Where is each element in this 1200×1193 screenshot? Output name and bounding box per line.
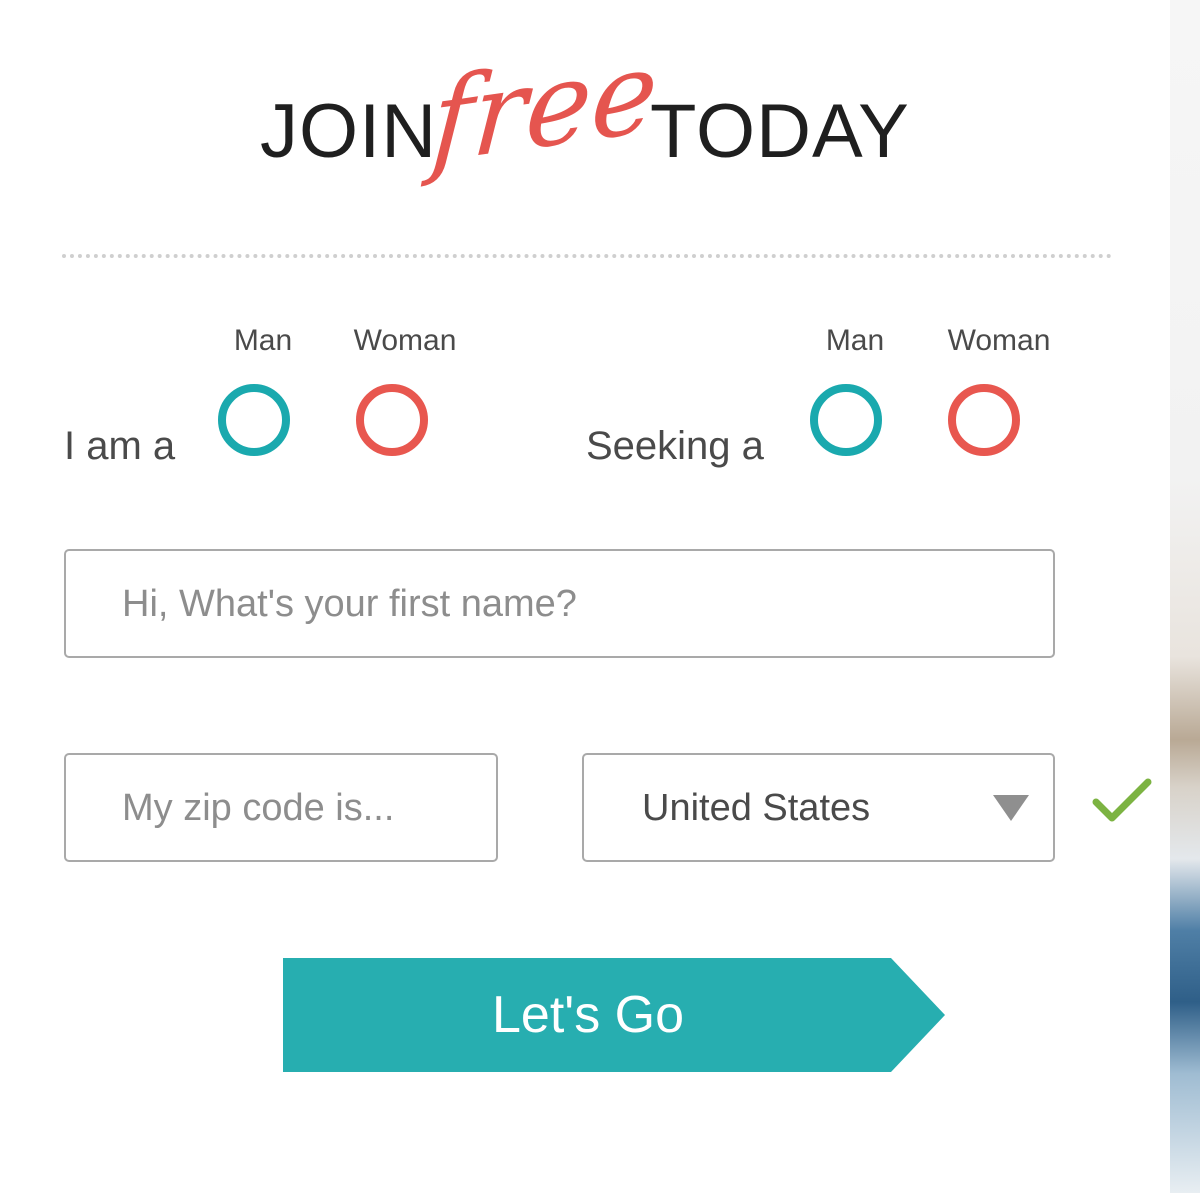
i-am-woman-radio[interactable]: [356, 384, 428, 456]
first-name-placeholder: Hi, What's your first name?: [122, 582, 577, 625]
zip-code-placeholder: My zip code is...: [122, 786, 395, 829]
lets-go-label: Let's Go: [491, 986, 685, 1044]
first-name-input[interactable]: Hi, What's your first name?: [64, 549, 1055, 658]
dotted-divider: [62, 254, 1112, 258]
seeking-man-radio[interactable]: [810, 384, 882, 456]
seeking-woman-radio[interactable]: [948, 384, 1020, 456]
i-am-label: I am a: [64, 424, 176, 468]
i-am-man-radio[interactable]: [218, 384, 290, 456]
i-am-woman-label: Woman: [353, 324, 457, 357]
signup-page: JOIN free TODAY I am a Man Woman Seeking…: [0, 0, 1200, 1193]
checkmark-icon: [1092, 778, 1152, 822]
background-page-edge: [1170, 0, 1200, 1193]
i-am-man-label: Man: [233, 324, 293, 357]
seeking-man-label: Man: [825, 324, 885, 357]
seeking-label: Seeking a: [586, 424, 764, 468]
caret-down-icon[interactable]: [993, 795, 1029, 821]
join-free-today-heading: JOIN free TODAY: [258, 25, 938, 256]
heading-join: JOIN: [260, 89, 438, 174]
country-value: United States: [642, 786, 871, 829]
lets-go-button[interactable]: Let's Go: [283, 958, 945, 1072]
zip-code-input[interactable]: My zip code is...: [64, 753, 498, 862]
country-select[interactable]: United States: [582, 753, 1055, 862]
heading-free: free: [427, 25, 662, 190]
heading-today: TODAY: [650, 89, 910, 174]
seeking-woman-label: Woman: [947, 324, 1051, 357]
